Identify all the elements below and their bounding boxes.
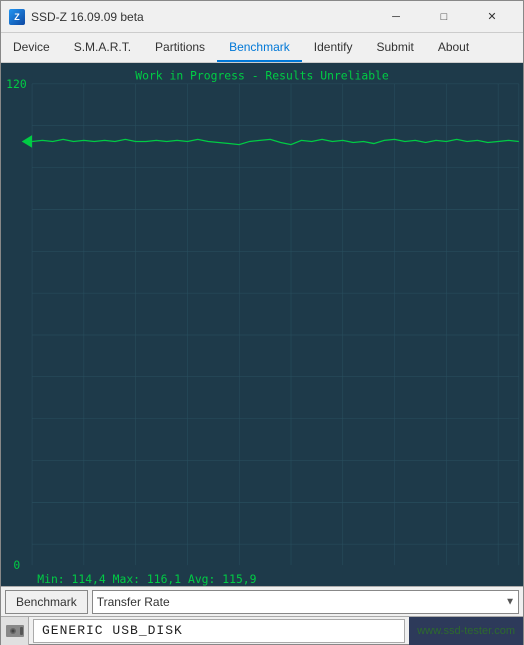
svg-text:120: 120 [6,77,27,91]
menu-smart[interactable]: S.M.A.R.T. [62,33,143,62]
main-window: Z SSD-Z 16.09.09 beta ─ □ ✕ Device S.M.A… [0,0,524,645]
window-controls: ─ □ ✕ [373,5,515,29]
menu-identify[interactable]: Identify [302,33,365,62]
menu-benchmark[interactable]: Benchmark [217,33,302,62]
app-icon: Z [9,9,25,25]
content-area: 120 0 Work in Progress - Results Unrelia… [1,63,523,586]
benchmark-button[interactable]: Benchmark [5,590,88,614]
disk-svg [6,624,24,638]
menu-about[interactable]: About [426,33,481,62]
titlebar: Z SSD-Z 16.09.09 beta ─ □ ✕ [1,1,523,33]
maximize-button[interactable]: □ [421,5,467,29]
website-url: www.ssd-tester.com [409,617,523,645]
disk-icon [1,617,29,645]
transfer-type-select[interactable]: Transfer Rate IOPS Latency [92,590,519,614]
svg-text:Min: 114,4 Max: 116,1 Avg: 1: Min: 114,4 Max: 116,1 Avg: 115,9 [37,572,256,586]
menu-submit[interactable]: Submit [364,33,425,62]
select-wrapper: Transfer Rate IOPS Latency ▼ [92,590,519,614]
toolbar: Benchmark Transfer Rate IOPS Latency ▼ [1,586,523,616]
close-button[interactable]: ✕ [469,5,515,29]
chart-area: 120 0 Work in Progress - Results Unrelia… [1,63,523,586]
device-name: GENERIC USB_DISK [33,619,405,643]
svg-text:0: 0 [13,558,20,572]
svg-text:Work in Progress - Results Unr: Work in Progress - Results Unreliable [135,69,389,83]
menu-device[interactable]: Device [1,33,62,62]
menubar: Device S.M.A.R.T. Partitions Benchmark I… [1,33,523,63]
benchmark-chart: 120 0 Work in Progress - Results Unrelia… [1,63,523,586]
menu-partitions[interactable]: Partitions [143,33,217,62]
window-title: SSD-Z 16.09.09 beta [31,10,373,24]
statusbar: GENERIC USB_DISK www.ssd-tester.com [1,616,523,644]
minimize-button[interactable]: ─ [373,5,419,29]
